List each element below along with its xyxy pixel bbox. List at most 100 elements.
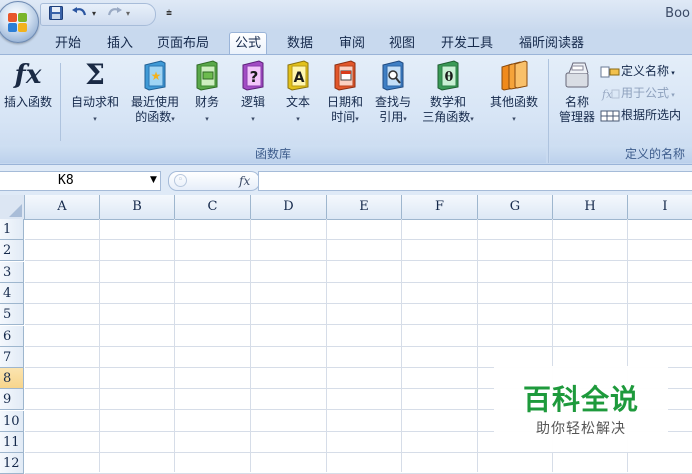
row-header-8[interactable]: 8 xyxy=(0,368,24,390)
row-header-1[interactable]: 1 xyxy=(0,219,24,240)
tab-view[interactable]: 视图 xyxy=(384,33,420,54)
watermark-badge: 百科全说 助你轻松解决 xyxy=(494,366,668,452)
autosum-button[interactable]: Σ 自动求和 ▾ xyxy=(64,59,126,127)
column-header-e[interactable]: E xyxy=(327,195,402,220)
tab-home[interactable]: 开始 xyxy=(50,33,86,54)
chevron-down-icon[interactable]: ▼ xyxy=(150,175,157,185)
svg-text:?: ? xyxy=(250,68,259,86)
math-trig-label-1: 数学和 xyxy=(429,95,466,109)
lookup-reference-label-2: 引用 xyxy=(379,110,404,124)
select-all-button[interactable] xyxy=(0,195,25,220)
row-header-5[interactable]: 5 xyxy=(0,304,24,326)
svg-text:★: ★ xyxy=(151,69,162,83)
tab-formulas[interactable]: 公式 xyxy=(229,32,268,56)
undo-icon[interactable] xyxy=(70,4,90,22)
dropdown-arrow-icon: ▾ xyxy=(512,115,516,123)
tab-foxit-reader[interactable]: 福昕阅读器 xyxy=(514,33,589,54)
create-from-selection-label: 根据所选内 xyxy=(621,108,682,122)
name-box[interactable]: K8 ▼ xyxy=(0,171,161,191)
book-theta-icon: θ xyxy=(437,60,459,91)
group-separator xyxy=(548,59,549,163)
name-box-value: K8 xyxy=(58,173,74,188)
cancel-circle-icon: ◦ xyxy=(174,174,187,187)
row-header-10[interactable]: 10 xyxy=(0,410,24,432)
gridline-horizontal xyxy=(25,345,692,347)
column-header-c[interactable]: C xyxy=(175,195,251,220)
tab-developer[interactable]: 开发工具 xyxy=(436,33,498,54)
column-header-b[interactable]: B xyxy=(100,195,175,220)
dropdown-arrow-icon: ▾ xyxy=(296,115,300,123)
column-header-i[interactable]: I xyxy=(628,195,692,220)
dropdown-arrow-icon: ▾ xyxy=(355,115,359,123)
more-functions-button[interactable]: 其他函数 ▾ xyxy=(482,59,546,127)
insert-function-button[interactable]: fx 插入函数 xyxy=(0,59,60,110)
tab-page-layout[interactable]: 页面布局 xyxy=(152,33,214,54)
dropdown-arrow-icon: ▾ xyxy=(669,91,675,99)
ribbon: fx 插入函数 Σ 自动求和 ▾ ★ 最近使用 的函数▾ 财务 ▾ ? 逻辑 ▾ xyxy=(0,54,692,165)
column-header-d[interactable]: D xyxy=(251,195,327,220)
name-manager-button[interactable]: 名称 管理器 xyxy=(552,59,602,125)
autosum-label: 自动求和 xyxy=(70,95,119,109)
column-header-g[interactable]: G xyxy=(478,195,553,220)
financial-label: 财务 xyxy=(194,95,219,109)
gridline-horizontal xyxy=(25,302,692,304)
fx-icon: fx xyxy=(14,60,42,90)
column-header-a[interactable]: A xyxy=(25,195,100,220)
gridline-horizontal xyxy=(25,260,692,262)
name-manager-label-2: 管理器 xyxy=(558,110,595,124)
recently-used-label-1: 最近使用 xyxy=(130,95,179,109)
create-from-selection-button[interactable]: 根据所选内 xyxy=(600,105,681,125)
defined-names-group-label: 定义的名称 xyxy=(550,145,692,163)
function-library-group-label: 函数库 xyxy=(0,145,546,163)
use-in-formula-label: 用于公式 xyxy=(621,86,670,100)
gridline-horizontal xyxy=(25,281,692,283)
insert-function-label: 插入函数 xyxy=(3,95,52,109)
customize-qat-icon[interactable]: ⩧ xyxy=(164,4,174,22)
column-header-h[interactable]: H xyxy=(553,195,628,220)
financial-button[interactable]: 财务 ▾ xyxy=(186,59,228,127)
row-header-4[interactable]: 4 xyxy=(0,282,24,304)
gridline-horizontal xyxy=(25,452,692,453)
logical-button[interactable]: ? 逻辑 ▾ xyxy=(232,59,274,127)
ribbon-tab-bar: 开始 插入 页面布局 公式 数据 审阅 视图 开发工具 福昕阅读器 xyxy=(0,30,692,56)
row-header-2[interactable]: 2 xyxy=(0,240,24,262)
book-money-icon xyxy=(196,60,218,91)
tab-insert[interactable]: 插入 xyxy=(102,33,138,54)
text-functions-label: 文本 xyxy=(285,95,310,109)
define-name-label: 定义名称 xyxy=(621,64,670,78)
lookup-reference-button[interactable]: 查找与 引用▾ xyxy=(369,59,417,127)
tab-review[interactable]: 审阅 xyxy=(334,33,370,54)
dropdown-arrow-icon: ▾ xyxy=(93,115,97,123)
tab-data[interactable]: 数据 xyxy=(282,33,318,54)
name-manager-icon xyxy=(565,62,589,88)
create-from-selection-icon xyxy=(600,110,620,121)
redo-dropdown-icon[interactable]: ▾ xyxy=(124,4,132,22)
dropdown-arrow-icon: ▾ xyxy=(470,115,474,123)
recently-used-label-2: 的函数 xyxy=(135,110,172,124)
recently-used-button[interactable]: ★ 最近使用 的函数▾ xyxy=(124,59,186,127)
dropdown-arrow-icon: ▾ xyxy=(251,115,255,123)
text-functions-button[interactable]: A 文本 ▾ xyxy=(277,59,319,127)
save-icon[interactable] xyxy=(48,4,64,22)
row-header-12[interactable]: 12 xyxy=(0,453,24,474)
column-header-f[interactable]: F xyxy=(402,195,478,220)
date-time-button[interactable]: 日期和 时间▾ xyxy=(321,59,369,127)
math-trig-button[interactable]: θ 数学和 三角函数▾ xyxy=(416,59,480,127)
insert-function-fx-button[interactable]: ◦ fx xyxy=(168,171,260,191)
row-header-3[interactable]: 3 xyxy=(0,261,24,283)
watermark-title: 百科全说 xyxy=(522,383,639,416)
undo-dropdown-icon[interactable]: ▾ xyxy=(90,4,98,22)
row-header-11[interactable]: 11 xyxy=(0,432,24,453)
more-functions-label: 其他函数 xyxy=(489,95,538,109)
select-all-triangle-icon xyxy=(9,204,22,217)
row-header-7[interactable]: 7 xyxy=(0,346,24,368)
row-header-9[interactable]: 9 xyxy=(0,389,24,411)
book-magnifier-icon xyxy=(382,60,404,91)
defined-names-group-text: 定义的名称 xyxy=(624,147,685,161)
redo-icon[interactable] xyxy=(104,4,124,22)
logical-label: 逻辑 xyxy=(240,95,265,109)
row-header-6[interactable]: 6 xyxy=(0,325,24,347)
use-in-formula-button[interactable]: fx 用于公式 ▾ xyxy=(600,83,675,103)
formula-input[interactable] xyxy=(258,171,692,191)
define-name-button[interactable]: 定义名称 ▾ xyxy=(600,61,675,81)
